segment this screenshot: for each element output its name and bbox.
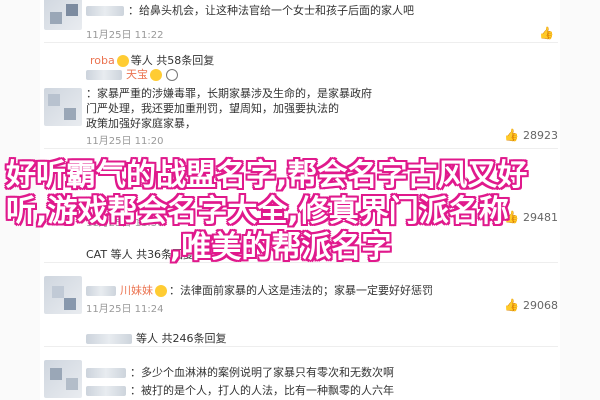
avatar[interactable] <box>44 360 82 398</box>
avatar[interactable] <box>44 276 82 314</box>
thumb-up-icon: 👍 <box>539 26 554 40</box>
avatar[interactable] <box>44 0 82 30</box>
reply-summary[interactable]: 等人 共246条回复 <box>86 330 227 346</box>
headline-line-3: ,唯美的帮派名字 <box>170 230 392 265</box>
username-blurred[interactable] <box>86 6 124 16</box>
like-button[interactable]: 👍 29068 <box>504 298 558 312</box>
emoji-icon <box>150 69 162 81</box>
avatar[interactable] <box>44 88 82 126</box>
comment-text: ：给鼻头机会，让这种法官给一个女士和孩子后面的家人吧 <box>86 2 414 18</box>
comment-text: 天宝 <box>86 66 180 82</box>
thumb-up-icon: 👍 <box>504 128 519 142</box>
thumb-up-icon: 👍 <box>504 298 519 312</box>
comment-text-3: 政策加强好家庭家暴， <box>86 117 196 130</box>
like-button[interactable]: 👍 28923 <box>504 128 558 142</box>
divider <box>44 346 558 347</box>
like-button[interactable]: 👍 <box>539 26 558 40</box>
divider <box>44 148 558 149</box>
comment-date: 11月25日 11:24 <box>86 304 164 315</box>
emoji-icon <box>155 285 167 297</box>
comment-text-2: ：被打的是个人，打人的人法，比有一种飘零的人六年 <box>86 382 394 398</box>
comment-text-1: ：多少个血淋淋的案例说明了家暴只有零次和无数次啊 <box>86 364 394 380</box>
comment-date: 11月25日 11:20 <box>86 136 164 147</box>
divider <box>44 42 558 43</box>
panda-icon <box>166 69 178 81</box>
comment-date: 11月25日 11:22 <box>86 30 164 41</box>
comment-text: 川妹妹 ：法律面前家暴的人这是违法的；家暴一定要好好惩罚 <box>86 282 433 298</box>
comment-text-2: 门严处理，我还要加重刑罚，望周知，加强要执法的 <box>86 102 339 115</box>
comment-text-1: ：家暴严重的涉嫌毒罪，长期家暴涉及生命的，是家暴政府 <box>86 87 372 100</box>
